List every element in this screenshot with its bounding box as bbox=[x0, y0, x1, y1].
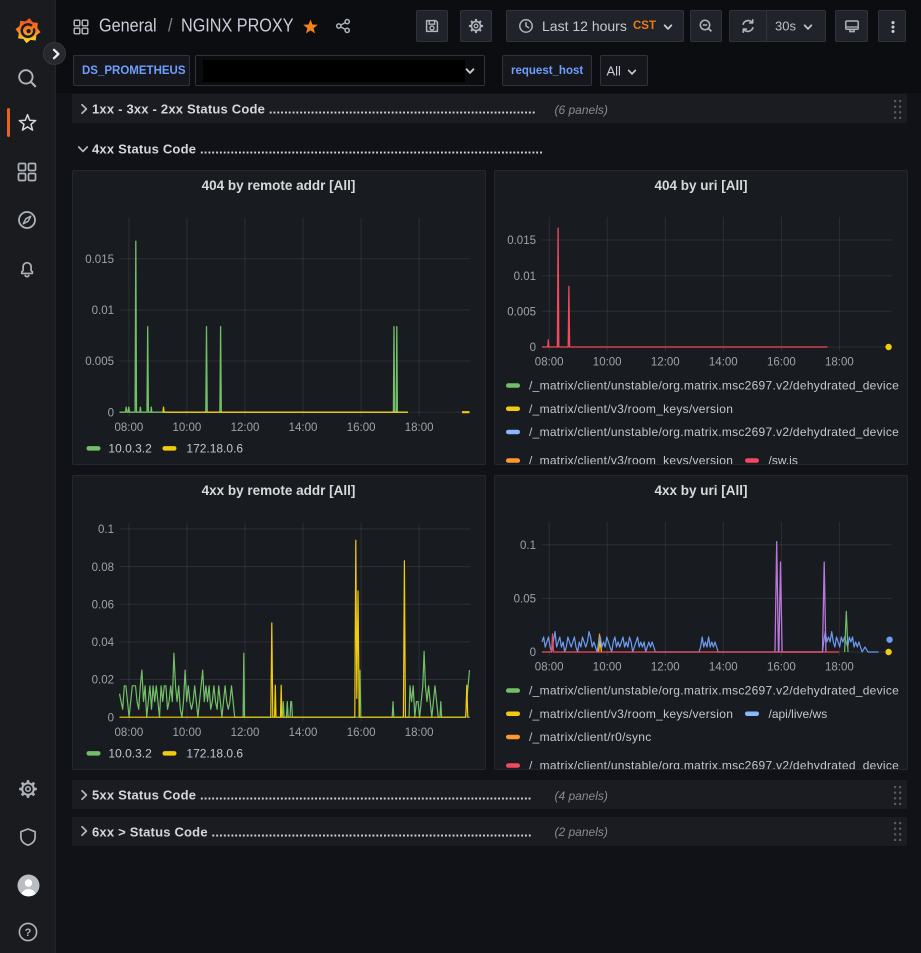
svg-text:0.04: 0.04 bbox=[91, 637, 114, 649]
svg-text:18:00: 18:00 bbox=[404, 727, 433, 739]
svg-text:14:00: 14:00 bbox=[288, 422, 317, 434]
svg-text:/_matrix/client/r0/sync: /_matrix/client/r0/sync bbox=[529, 730, 651, 744]
svg-text:0.1: 0.1 bbox=[98, 524, 114, 536]
svg-text:0.015: 0.015 bbox=[85, 254, 114, 266]
svg-text:16:00: 16:00 bbox=[346, 422, 375, 434]
svg-text:172.18.0.6: 172.18.0.6 bbox=[186, 442, 243, 456]
svg-text:0.05: 0.05 bbox=[514, 593, 536, 605]
svg-text:0.01: 0.01 bbox=[91, 305, 113, 317]
svg-text:14:00: 14:00 bbox=[709, 357, 738, 369]
svg-text:16:00: 16:00 bbox=[767, 357, 796, 369]
svg-text:08:00: 08:00 bbox=[535, 357, 564, 369]
svg-text:0.015: 0.015 bbox=[507, 235, 536, 247]
svg-text:14:00: 14:00 bbox=[288, 727, 317, 739]
svg-text:0.01: 0.01 bbox=[514, 271, 536, 283]
svg-text:18:00: 18:00 bbox=[404, 422, 433, 434]
svg-text:/_matrix/client/unstable/org.m: /_matrix/client/unstable/org.matrix.msc2… bbox=[529, 379, 899, 393]
svg-text:10:00: 10:00 bbox=[172, 727, 201, 739]
svg-text:10.0.3.2: 10.0.3.2 bbox=[108, 746, 152, 760]
svg-text:18:00: 18:00 bbox=[825, 661, 854, 673]
svg-text:18:00: 18:00 bbox=[825, 357, 854, 369]
svg-text:12:00: 12:00 bbox=[230, 422, 259, 434]
svg-text:10.0.3.2: 10.0.3.2 bbox=[108, 442, 152, 456]
svg-text:08:00: 08:00 bbox=[535, 661, 564, 673]
svg-text:0.02: 0.02 bbox=[91, 674, 113, 686]
svg-text:/_matrix/client/unstable/org.m: /_matrix/client/unstable/org.matrix.msc2… bbox=[529, 425, 899, 439]
svg-text:0.08: 0.08 bbox=[91, 561, 113, 573]
svg-text:?: ? bbox=[25, 927, 32, 939]
svg-text:0: 0 bbox=[107, 712, 113, 724]
svg-text:/_matrix/client/unstable/org.m: /_matrix/client/unstable/org.matrix.msc2… bbox=[529, 758, 899, 769]
svg-text:0: 0 bbox=[107, 407, 113, 419]
svg-text:10:00: 10:00 bbox=[593, 357, 622, 369]
svg-text:10:00: 10:00 bbox=[593, 661, 622, 673]
svg-text:/_matrix/client/v3/room_keys/v: /_matrix/client/v3/room_keys/version bbox=[529, 402, 733, 416]
svg-text:0: 0 bbox=[530, 647, 536, 659]
svg-text:08:00: 08:00 bbox=[114, 727, 143, 739]
svg-text:/sw.is: /sw.is bbox=[769, 454, 798, 465]
svg-text:08:00: 08:00 bbox=[114, 422, 143, 434]
svg-text:14:00: 14:00 bbox=[709, 661, 738, 673]
svg-text:/_matrix/client/v3/room_keys/v: /_matrix/client/v3/room_keys/version bbox=[529, 706, 733, 720]
svg-text:/_matrix/client/unstable/org.m: /_matrix/client/unstable/org.matrix.msc2… bbox=[529, 683, 899, 697]
svg-text:0.005: 0.005 bbox=[507, 307, 536, 319]
svg-text:12:00: 12:00 bbox=[651, 661, 680, 673]
svg-text:/api/live/ws: /api/live/ws bbox=[769, 706, 828, 720]
svg-text:12:00: 12:00 bbox=[230, 727, 259, 739]
svg-text:0.1: 0.1 bbox=[520, 540, 536, 552]
svg-text:16:00: 16:00 bbox=[767, 661, 796, 673]
svg-text:10:00: 10:00 bbox=[172, 422, 201, 434]
svg-text:0.06: 0.06 bbox=[91, 599, 113, 611]
svg-text:172.18.0.6: 172.18.0.6 bbox=[186, 746, 243, 760]
svg-text:16:00: 16:00 bbox=[346, 727, 375, 739]
svg-text:/_matrix/client/v3/room_keys/v: /_matrix/client/v3/room_keys/version bbox=[529, 454, 733, 465]
svg-text:12:00: 12:00 bbox=[651, 357, 680, 369]
svg-text:0: 0 bbox=[530, 342, 536, 354]
svg-text:0.005: 0.005 bbox=[85, 356, 114, 368]
